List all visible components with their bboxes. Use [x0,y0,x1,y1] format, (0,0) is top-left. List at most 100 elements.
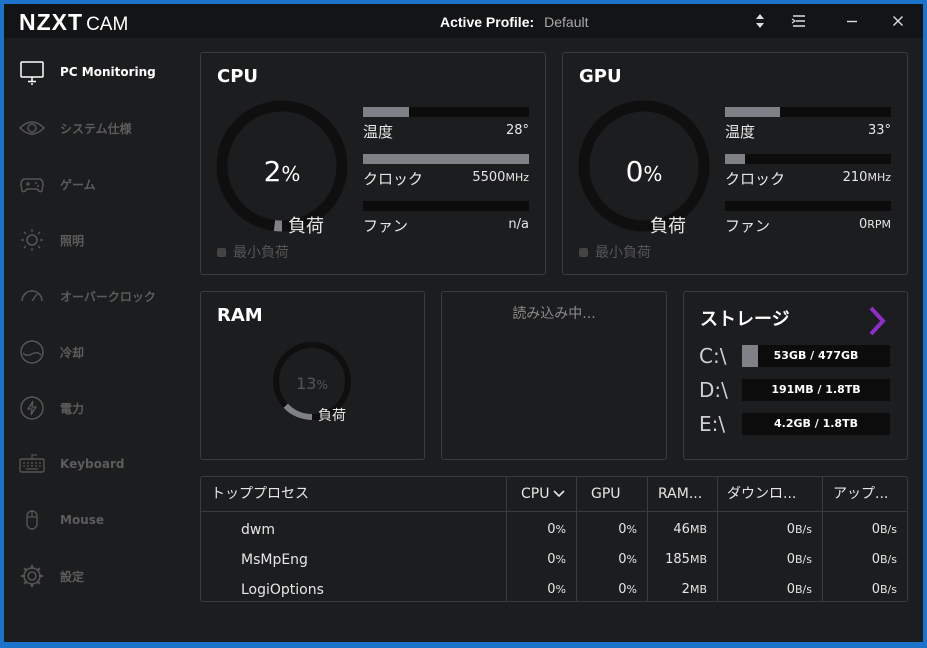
checkbox[interactable] [579,247,588,257]
sidebar-item-pc-monitoring[interactable]: PC Monitoring [18,57,198,87]
gpu-min-load-toggle[interactable]: 最小負荷 [579,242,651,262]
sidebar-item-label: ゲーム [60,177,96,192]
sidebar-item-overclock[interactable]: オーバークロック [18,281,198,311]
gpu-fan-value: 0RPM [858,217,891,232]
chevron-right-icon[interactable] [866,305,888,337]
process-cpu: 0% [547,522,566,537]
process-name: MsMpEng [241,552,308,568]
gear-icon [18,562,46,590]
keyboard-icon [18,450,46,478]
cpu-temp-bar [363,107,529,117]
cpu-card[interactable]: CPU 2% 負荷 最小負荷 温度 28° クロック 5500MHz ファン n… [200,52,546,275]
sidebar-item-label: システム仕様 [60,121,132,136]
process-upload: 0B/s [871,552,897,567]
header-divider [201,511,908,512]
process-gpu: 0% [618,522,637,537]
active-profile[interactable]: Active Profile: Default [440,14,589,30]
sort-icon[interactable] [751,12,769,30]
sidebar-item-label: PC Monitoring [60,65,156,79]
drive-usage-bar-d: 191MB / 1.8TB [742,379,890,401]
cpu-title: CPU [217,66,259,87]
column-header-process[interactable]: トッププロセス [211,477,309,511]
process-upload: 0B/s [871,582,897,597]
drive-letter-e: E:\ [699,412,726,436]
column-header-gpu[interactable]: GPU [591,477,621,511]
gamepad-icon [18,170,46,198]
close-icon[interactable] [889,12,907,30]
gpu-load-label: 負荷 [650,216,686,237]
process-download: 0B/s [786,552,812,567]
cpu-clock-value: 5500MHz [472,170,529,185]
sidebar-item-label: 冷却 [60,345,85,360]
cpu-fan-value: n/a [508,217,529,232]
cpu-min-load-toggle[interactable]: 最小負荷 [217,242,289,262]
process-name: LogiOptions [241,582,324,598]
drive-letter-c: C:\ [699,344,727,368]
process-cpu: 0% [547,552,566,567]
chevron-down-icon [553,490,566,498]
process-ram: 46MB [673,522,707,537]
cooling-icon [18,338,46,366]
cpu-clock-label: クロック [363,170,424,188]
checkbox[interactable] [217,247,226,257]
gpu-clock-bar [725,154,891,164]
cpu-load-label: 負荷 [288,216,324,237]
gpu-load-value: 0% [625,155,663,188]
title-bar: NZXT CAM Active Profile: Default [4,4,923,38]
ram-load-label: 負荷 [318,408,346,424]
sidebar-item-lighting[interactable]: 照明 [18,225,198,255]
column-header-ram[interactable]: RAM... [658,477,702,511]
gpu-fan-label: ファン [725,217,771,235]
gpu-temp-bar [725,107,891,117]
sidebar-item-power[interactable]: 電力 [18,393,198,423]
sidebar-item-label: オーバークロック [60,289,156,304]
process-gpu: 0% [618,552,637,567]
ram-card[interactable]: RAM 13% 負荷 [200,291,425,460]
sidebar-item-games[interactable]: ゲーム [18,169,198,199]
process-download: 0B/s [786,522,812,537]
top-processes-table: トッププロセス CPU GPU RAM... ダウンロ... アップ... dw… [200,476,908,602]
sidebar-item-keyboard[interactable]: Keyboard [18,449,198,479]
storage-card[interactable]: ストレージ C:\ 53GB / 477GB D:\ 191MB / 1.8TB… [683,291,908,460]
loading-text: 読み込み中... [512,306,596,322]
sidebar-item-system-specs[interactable]: システム仕様 [18,113,198,143]
storage-title: ストレージ [700,309,790,330]
power-icon [18,394,46,422]
monitor-icon [18,58,46,86]
profile-value: Default [544,14,589,30]
light-icon [18,226,46,254]
process-upload: 0B/s [871,522,897,537]
brand-name: NZXT [19,9,84,35]
drive-usage-text: 53GB / 477GB [773,349,859,362]
drive-usage-bar-c: 53GB / 477GB [742,345,890,367]
eye-icon [18,114,46,142]
gpu-temp-value: 33° [867,123,891,138]
process-name: dwm [241,522,275,538]
sidebar-item-settings[interactable]: 設定 [18,561,198,591]
sidebar-item-cooling[interactable]: 冷却 [18,337,198,367]
sidebar-item-label: 照明 [60,233,85,248]
app-logo: NZXT CAM [19,9,128,36]
gpu-card[interactable]: GPU 0% 負荷 最小負荷 温度 33° クロック 210MHz ファン 0R… [562,52,908,275]
cpu-temp-value: 28° [505,123,529,138]
cpu-fan-label: ファン [363,217,409,235]
sidebar-item-mouse[interactable]: Mouse [18,505,198,535]
sidebar-item-label: Mouse [60,513,105,527]
column-header-upload[interactable]: アップ... [833,477,888,511]
process-ram: 2MB [681,582,707,597]
profile-label: Active Profile: [440,14,535,30]
column-header-cpu[interactable]: CPU [521,477,566,511]
column-header-download[interactable]: ダウンロ... [727,477,796,511]
loading-card: 読み込み中... [441,291,667,460]
app-window: NZXT CAM Active Profile: Default PC Monito… [4,4,923,642]
speedometer-icon [18,282,46,310]
menu-icon[interactable] [790,12,808,30]
gpu-fan-bar [725,201,891,211]
process-download: 0B/s [786,582,812,597]
process-ram: 185MB [665,552,707,567]
minimize-icon[interactable] [843,12,861,30]
ram-load-value: 13% [296,374,328,393]
drive-usage-text: 191MB / 1.8TB [771,383,861,396]
gpu-title: GPU [579,66,622,87]
gpu-clock-label: クロック [725,170,786,188]
